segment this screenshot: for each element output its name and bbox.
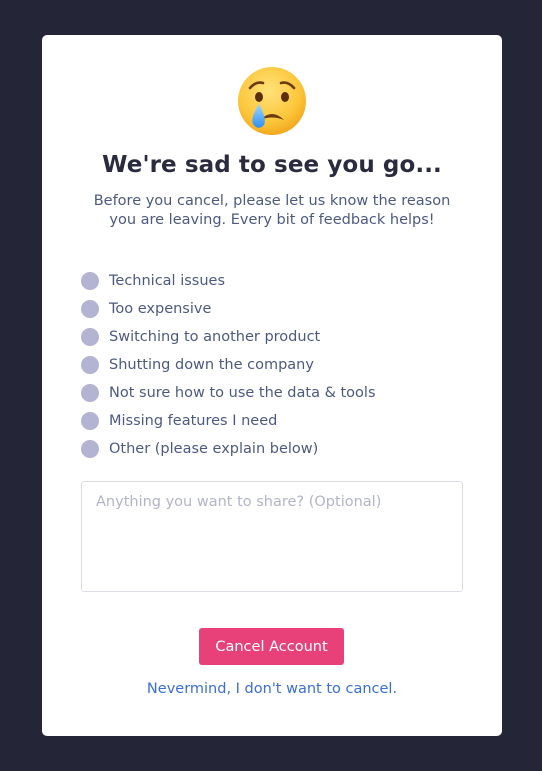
reason-option-shutting-down[interactable]: Shutting down the company bbox=[81, 351, 376, 379]
reason-list: Technical issues Too expensive Switching… bbox=[81, 267, 376, 463]
feedback-textarea[interactable] bbox=[81, 481, 463, 592]
reason-label: Technical issues bbox=[109, 273, 225, 289]
cancel-account-button[interactable]: Cancel Account bbox=[199, 628, 344, 665]
reason-option-too-expensive[interactable]: Too expensive bbox=[81, 295, 376, 323]
reason-option-not-sure-how-to-use[interactable]: Not sure how to use the data & tools bbox=[81, 379, 376, 407]
reason-label: Switching to another product bbox=[109, 329, 321, 345]
reason-label: Missing features I need bbox=[109, 413, 278, 429]
radio-button[interactable] bbox=[81, 384, 99, 402]
radio-button[interactable] bbox=[81, 356, 99, 374]
reason-label: Too expensive bbox=[109, 301, 212, 317]
reason-option-switching-product[interactable]: Switching to another product bbox=[81, 323, 376, 351]
cancel-dialog: We're sad to see you go... Before you ca… bbox=[42, 35, 502, 736]
reason-option-missing-features[interactable]: Missing features I need bbox=[81, 407, 376, 435]
radio-button[interactable] bbox=[81, 272, 99, 290]
reason-label: Other (please explain below) bbox=[109, 441, 319, 457]
radio-button[interactable] bbox=[81, 300, 99, 318]
dialog-title: We're sad to see you go... bbox=[102, 152, 442, 178]
reason-label: Not sure how to use the data & tools bbox=[109, 385, 376, 401]
radio-button[interactable] bbox=[81, 440, 99, 458]
dialog-subtitle: Before you cancel, please let us know th… bbox=[93, 193, 451, 228]
nevermind-link[interactable]: Nevermind, I don't want to cancel. bbox=[42, 681, 502, 697]
reason-label: Shutting down the company bbox=[109, 357, 314, 373]
reason-option-other[interactable]: Other (please explain below) bbox=[81, 435, 376, 463]
crying-face-icon bbox=[238, 67, 306, 135]
radio-button[interactable] bbox=[81, 412, 99, 430]
radio-button[interactable] bbox=[81, 328, 99, 346]
reason-option-technical-issues[interactable]: Technical issues bbox=[81, 267, 376, 295]
